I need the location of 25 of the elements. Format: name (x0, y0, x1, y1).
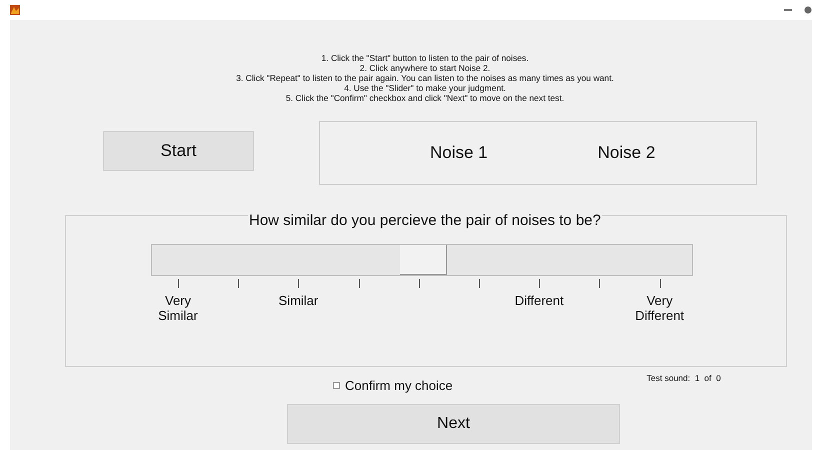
scale-label: Very Different (634, 292, 686, 322)
confirm-label: Confirm my choice (345, 377, 453, 395)
confirm-checkbox[interactable] (333, 382, 340, 390)
tick-mark (238, 278, 240, 288)
instructions-text: 1. Click the "Start" button to listen to the pair of noises. 2. Click anywhere to start Noise 2. 3. Click "Repeat" to listen to the pair again. You can listen to the noises as many times as you want. 4. Use the "Slider" to make your judgment. 5. Click the "Confirm" checkbox and click "Next" to move on the next test. (235, 53, 615, 103)
app-icon (10, 5, 20, 15)
noise-label: Noise 2 (598, 142, 656, 164)
next-button[interactable]: Next (287, 404, 620, 444)
tick-mark (660, 278, 661, 288)
slider-thumb[interactable] (400, 244, 446, 274)
tick-mark (599, 278, 600, 288)
test-sound-text: Test sound: 1 of 0 (646, 372, 721, 385)
scale-label: Different (514, 292, 565, 308)
start-button[interactable]: Start (103, 131, 254, 171)
tick-mark (418, 278, 420, 288)
tick-mark (539, 278, 540, 288)
tick-mark (479, 278, 480, 288)
restore-icon[interactable] (804, 6, 812, 14)
tick-mark (178, 278, 179, 288)
slider[interactable] (151, 244, 693, 276)
scale-label: Very Similar (157, 292, 199, 322)
tick-mark (358, 278, 360, 288)
noise-label: Noise 1 (430, 142, 488, 164)
tick-mark (298, 278, 300, 288)
scale-label: Similar (278, 292, 320, 308)
